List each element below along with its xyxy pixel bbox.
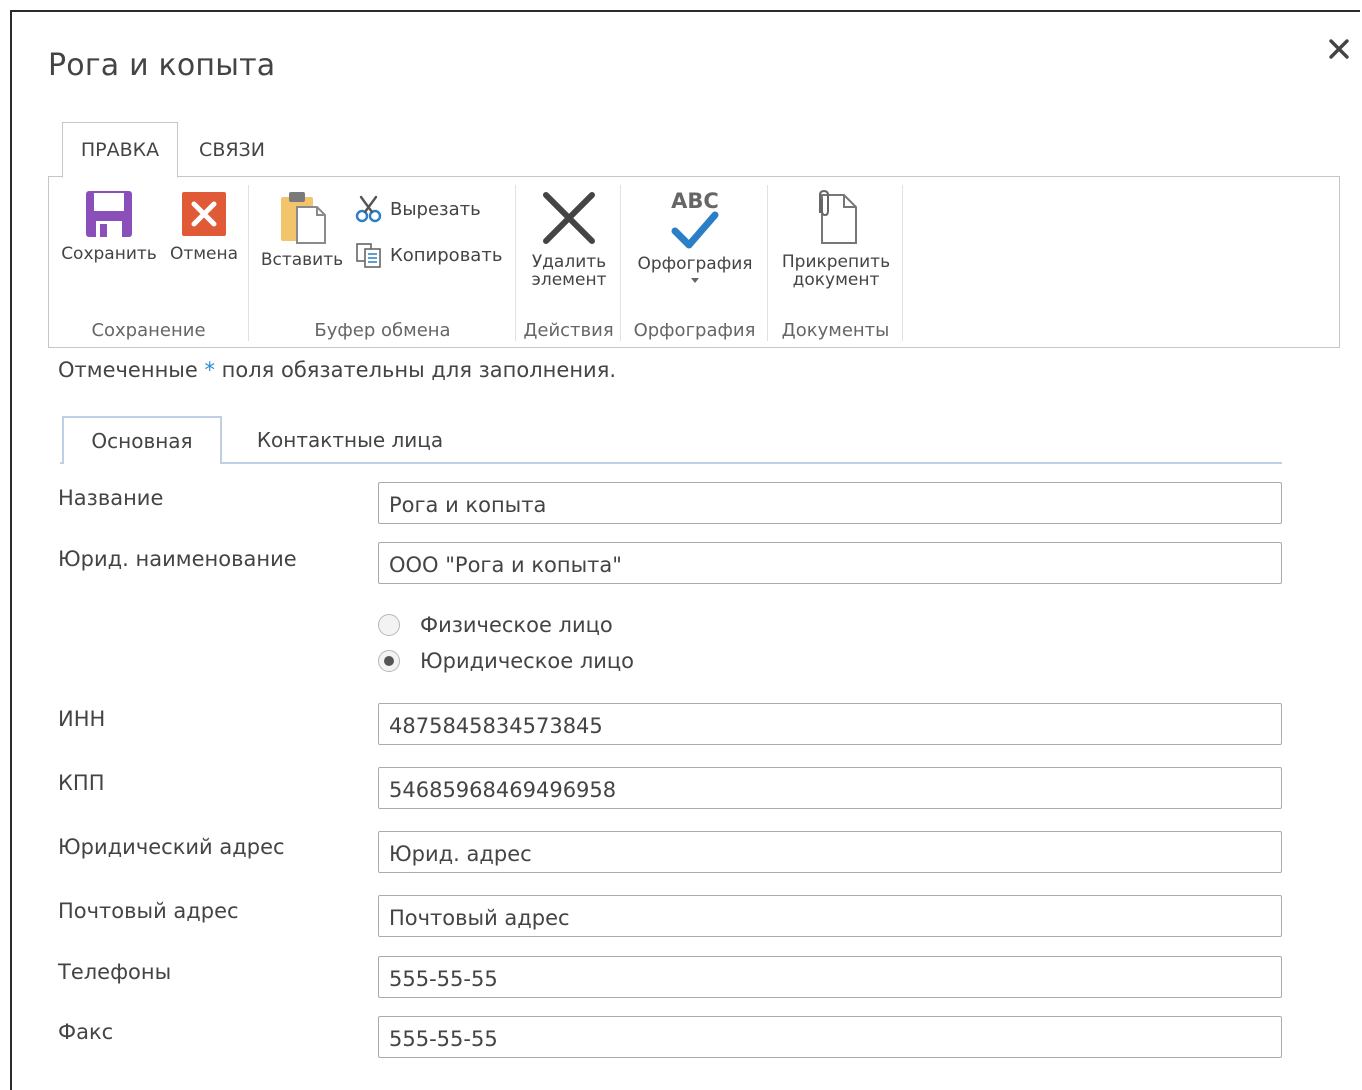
delete-x-icon — [543, 192, 595, 244]
ribbon-tab-edit[interactable]: ПРАВКА — [62, 122, 178, 178]
attach-document-label: Прикрепить документ — [782, 253, 890, 289]
cut-button[interactable]: Вырезать — [354, 195, 481, 223]
ribbon-group-label: Буфер обмена — [314, 320, 451, 341]
copy-icon — [356, 243, 381, 268]
paste-button-label: Вставить — [260, 250, 344, 270]
required-note-prefix: Отмеченные — [58, 358, 205, 382]
radio-legal-entity-label: Юридическое лицо — [420, 649, 635, 673]
close-icon — [1329, 39, 1349, 59]
ribbon-group-label: Действия — [523, 320, 614, 341]
save-button[interactable]: Сохранить — [59, 189, 159, 263]
paperclip-document-icon — [819, 189, 857, 244]
cancel-button[interactable]: Отмена — [167, 189, 241, 263]
paste-button[interactable]: Вставить — [258, 189, 346, 269]
legal-name-field[interactable] — [378, 542, 1282, 584]
inn-label: ИНН — [58, 707, 106, 731]
ribbon-group-label: Документы — [781, 320, 890, 341]
tab-contacts[interactable]: Контактные лица — [257, 416, 443, 464]
ribbon-group-actions: Удалить элемент Действия — [517, 185, 621, 341]
tab-main[interactable]: Основная — [62, 416, 222, 464]
ribbon-toolbar: Сохранить Отмена Сохранение Вставить Выр… — [48, 176, 1340, 348]
cancel-icon — [182, 192, 226, 236]
radio-button-selected[interactable] — [378, 650, 400, 672]
delete-item-label-line1: Удалить — [531, 252, 607, 272]
delete-item-button[interactable]: Удалить элемент — [523, 189, 615, 289]
spelling-button-label: Орфография — [637, 254, 753, 274]
spell-abc-text: ABC — [671, 189, 719, 213]
delete-item-label: Удалить элемент — [532, 253, 607, 289]
kpp-label: КПП — [58, 771, 105, 795]
name-field[interactable] — [378, 482, 1282, 524]
paste-icon — [281, 192, 326, 244]
ribbon-group-clipboard: Вставить Вырезать Копировать Буфер обмен… — [250, 185, 516, 341]
postal-address-label: Почтовый адрес — [58, 899, 239, 923]
dialog-title: Рога и копыта — [48, 48, 276, 83]
form-tab-bar: Основная Контактные лица — [60, 416, 1282, 464]
attach-label-line2: документ — [792, 270, 880, 290]
save-icon — [86, 191, 132, 237]
phones-field[interactable] — [378, 956, 1282, 998]
required-note-suffix: поля обязательны для заполнения. — [215, 358, 617, 382]
kpp-field[interactable] — [378, 767, 1282, 809]
cut-button-label: Вырезать — [390, 198, 481, 220]
copy-button-label: Копировать — [390, 244, 503, 266]
edit-dialog: Рога и копыта ПРАВКА СВЯЗИ Сохранить Отм… — [10, 10, 1360, 1090]
required-fields-note: Отмеченные * поля обязательны для заполн… — [58, 358, 616, 382]
attach-label-line1: Прикрепить — [781, 252, 891, 272]
spelling-button[interactable]: ABC Орфография — [628, 189, 762, 285]
legal-address-field[interactable] — [378, 831, 1282, 873]
name-label: Название — [58, 486, 164, 510]
copy-button[interactable]: Копировать — [354, 241, 502, 269]
ribbon-group-label: Орфография — [633, 320, 756, 341]
close-button[interactable] — [1324, 34, 1354, 64]
cancel-button-label: Отмена — [169, 244, 239, 264]
postal-address-field[interactable] — [378, 895, 1282, 937]
ribbon-group-documents: Прикрепить документ Документы — [769, 185, 903, 341]
radio-button[interactable] — [378, 614, 400, 636]
spell-check-icon: ABC — [665, 189, 725, 249]
required-star: * — [204, 358, 216, 382]
ribbon-group-save: Сохранить Отмена Сохранение — [49, 185, 249, 341]
chevron-down-icon — [691, 278, 699, 283]
phones-label: Телефоны — [58, 960, 172, 984]
radio-individual-label: Физическое лицо — [420, 613, 613, 637]
inn-field[interactable] — [378, 703, 1282, 745]
delete-item-label-line2: элемент — [531, 270, 607, 290]
attach-document-button[interactable]: Прикрепить документ — [773, 189, 899, 289]
radio-legal-entity[interactable]: Юридическое лицо — [378, 649, 634, 673]
ribbon-tab-links[interactable]: СВЯЗИ — [184, 122, 280, 178]
legal-name-label: Юрид. наименование — [58, 547, 297, 571]
radio-individual[interactable]: Физическое лицо — [378, 613, 613, 637]
save-button-label: Сохранить — [61, 244, 157, 264]
ribbon-group-label: Сохранение — [91, 320, 206, 341]
legal-address-label: Юридический адрес — [58, 835, 285, 859]
scissors-icon — [355, 195, 382, 223]
fax-label: Факс — [58, 1020, 114, 1044]
fax-field[interactable] — [378, 1016, 1282, 1058]
ribbon-group-spelling: ABC Орфография Орфография — [622, 185, 768, 341]
